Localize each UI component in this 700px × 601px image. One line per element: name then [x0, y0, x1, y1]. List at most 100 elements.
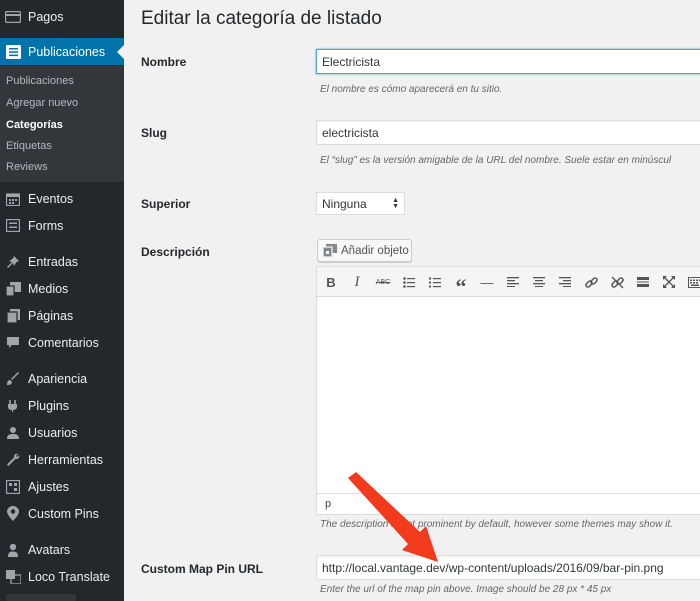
submenu-item-reviews[interactable]: Reviews: [6, 161, 48, 173]
menu-item-forms[interactable]: Forms: [0, 212, 124, 239]
avatar-icon: [3, 540, 23, 560]
description-textarea[interactable]: [317, 298, 700, 493]
bullet-list-button[interactable]: [398, 271, 420, 293]
strikethrough-button[interactable]: ABC: [372, 271, 394, 293]
align-left-button[interactable]: [502, 271, 524, 293]
link-icon: [584, 276, 598, 288]
read-more-icon: [637, 277, 649, 287]
strikethrough-icon: ABC: [375, 278, 391, 286]
align-right-button[interactable]: [554, 271, 576, 293]
italic-button[interactable]: I: [346, 271, 368, 293]
italic-icon: I: [354, 273, 360, 290]
add-media-label: Añadir objeto: [341, 244, 409, 257]
submenu-item-agregar-nuevo[interactable]: Agregar nuevo: [6, 97, 78, 109]
horizontal-rule-button[interactable]: —: [476, 271, 498, 293]
custom-pin-label: Custom Map Pin URL: [141, 562, 263, 576]
menu-label: Páginas: [28, 308, 74, 323]
menu-item-ajustes[interactable]: Ajustes: [0, 473, 124, 500]
align-center-button[interactable]: [528, 271, 550, 293]
submenu-item-publicaciones[interactable]: Publicaciones: [6, 75, 74, 87]
parent-select[interactable]: Ninguna ▲ ▼: [316, 192, 405, 215]
translate-icon: [3, 567, 23, 587]
menu-item-loco-translate[interactable]: Loco Translate: [0, 563, 124, 590]
menu-label: Eventos: [28, 191, 74, 206]
add-media-button[interactable]: Añadir objeto: [317, 239, 412, 262]
menu-item-plugins[interactable]: Plugins: [0, 392, 124, 419]
wrench-icon: [3, 450, 23, 470]
custom-pin-hint: Enter the url of the map pin above. Imag…: [320, 584, 612, 595]
menu-item-usuarios[interactable]: Usuarios: [0, 419, 124, 446]
fullscreen-icon: [663, 276, 675, 288]
comment-icon: [3, 333, 23, 353]
bullet-list-icon: [403, 276, 415, 288]
menu-item-publicaciones[interactable]: Publicaciones: [0, 38, 124, 65]
submenu-item-etiquetas[interactable]: Etiquetas: [6, 140, 52, 152]
menu-item-herramientas[interactable]: Herramientas: [0, 446, 124, 473]
fullscreen-button[interactable]: [658, 271, 680, 293]
toolbar-toggle-icon: [688, 276, 700, 288]
menu-item-custom-pins[interactable]: Custom Pins: [0, 500, 124, 527]
menu-item-medios[interactable]: Medios: [0, 275, 124, 302]
read-more-button[interactable]: [632, 271, 654, 293]
calendar-icon: [3, 189, 23, 209]
menu-label: Forms: [28, 218, 64, 233]
menu-label: Pagos: [28, 9, 64, 24]
menu-item-eventos[interactable]: Eventos: [0, 185, 124, 212]
plugin-icon: [3, 396, 23, 416]
publicaciones-submenu: Publicaciones Agregar nuevo Categorías E…: [0, 66, 124, 182]
numbered-list-icon: [429, 277, 441, 287]
bold-icon: B: [326, 274, 336, 290]
brush-icon: [3, 369, 23, 389]
link-button[interactable]: [580, 271, 602, 293]
media-icon: [3, 279, 23, 299]
menu-label: Apariencia: [28, 371, 88, 386]
menu-label: Herramientas: [28, 452, 104, 467]
unlink-button[interactable]: [606, 271, 628, 293]
editor-toolbar: B I ABC “ —: [317, 267, 700, 299]
submenu-item-categorias[interactable]: Categorías: [6, 119, 63, 131]
form-icon: [3, 216, 23, 236]
editor-path: p: [325, 498, 332, 510]
bold-button[interactable]: B: [320, 271, 342, 293]
horizontal-rule-icon: —: [480, 274, 494, 290]
toolbar-toggle-button[interactable]: [684, 271, 700, 293]
admin-sidebar: Pagos Publicaciones Publicaciones Agrega…: [0, 0, 124, 601]
parent-select-value: Ninguna: [322, 196, 367, 211]
settings-icon: [3, 477, 23, 497]
parent-label: Superior: [141, 197, 191, 211]
slug-input[interactable]: [316, 120, 700, 145]
menu-label: Custom Pins: [28, 506, 99, 521]
numbered-list-button[interactable]: [424, 271, 446, 293]
slug-label: Slug: [141, 126, 167, 140]
main-content: Editar la categoría de listado Nombre El…: [124, 0, 700, 601]
name-label: Nombre: [141, 55, 187, 69]
unlink-icon: [610, 276, 624, 288]
description-label: Descripción: [141, 245, 210, 259]
select-arrows-icon: ▲ ▼: [392, 196, 399, 210]
menu-item-entradas[interactable]: Entradas: [0, 248, 124, 275]
name-hint: El nombre es cómo aparecerá en tu sitio.: [320, 84, 503, 95]
menu-label: Usuarios: [28, 425, 78, 440]
menu-item-apariencia[interactable]: Apariencia: [0, 365, 124, 392]
credit-card-icon: [3, 7, 23, 27]
menu-item-comentarios[interactable]: Comentarios: [0, 329, 124, 356]
blockquote-button[interactable]: “: [450, 271, 472, 299]
align-right-icon: [559, 277, 571, 287]
menu-item-paginas[interactable]: Páginas: [0, 302, 124, 329]
menu-label: Medios: [28, 281, 69, 296]
pages-icon: [3, 306, 23, 326]
menu-label: Plugins: [28, 398, 69, 413]
map-pin-icon: [3, 504, 23, 524]
name-input[interactable]: [316, 49, 700, 74]
menu-label: Avatars: [28, 542, 71, 557]
pin-icon: [3, 252, 23, 272]
menu-label: Ajustes: [28, 479, 69, 494]
menu-item-avatars[interactable]: Avatars: [0, 536, 124, 563]
menu-label: Publicaciones: [28, 44, 106, 59]
user-icon: [3, 423, 23, 443]
menu-label: Entradas: [28, 254, 79, 269]
menu-item-pagos[interactable]: Pagos: [0, 3, 124, 30]
align-left-icon: [507, 277, 519, 287]
blockquote-icon: “: [455, 273, 467, 299]
menu-label: Comentarios: [28, 335, 99, 350]
